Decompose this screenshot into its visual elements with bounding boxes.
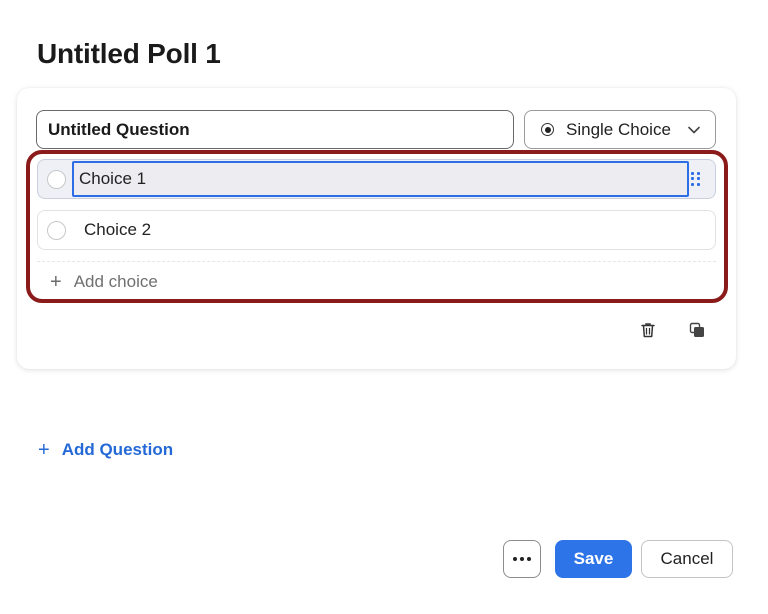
more-dot <box>520 557 524 561</box>
cancel-button[interactable]: Cancel <box>641 540 733 578</box>
more-dot <box>513 557 517 561</box>
more-dot <box>527 557 531 561</box>
plus-icon: + <box>38 439 50 461</box>
drag-handle-icon[interactable] <box>691 172 701 186</box>
add-question-label: Add Question <box>61 440 174 459</box>
chevron-down-icon <box>687 123 701 137</box>
duplicate-icon[interactable] <box>688 321 706 339</box>
add-choice-label: Add choice <box>73 271 158 291</box>
trash-icon[interactable] <box>639 321 657 339</box>
choice-input-1[interactable] <box>72 161 689 197</box>
more-options-button[interactable] <box>503 540 541 578</box>
add-choice-button[interactable]: + Add choice <box>37 261 716 301</box>
poll-title: Untitled Poll 1 <box>37 38 221 69</box>
choice-radio <box>47 220 66 240</box>
plus-icon: + <box>50 270 62 293</box>
save-button[interactable]: Save <box>555 540 632 578</box>
question-type-label: Single Choice <box>566 119 671 139</box>
question-type-dropdown[interactable]: Single Choice <box>524 110 716 149</box>
choice-input-2[interactable] <box>84 211 715 249</box>
add-question-button[interactable]: + Add Question <box>38 440 173 460</box>
radio-dot-icon <box>541 123 554 136</box>
question-input[interactable] <box>36 110 514 149</box>
choice-row-1[interactable] <box>37 159 716 199</box>
choice-row-2[interactable] <box>37 210 716 250</box>
choice-radio <box>47 169 66 189</box>
